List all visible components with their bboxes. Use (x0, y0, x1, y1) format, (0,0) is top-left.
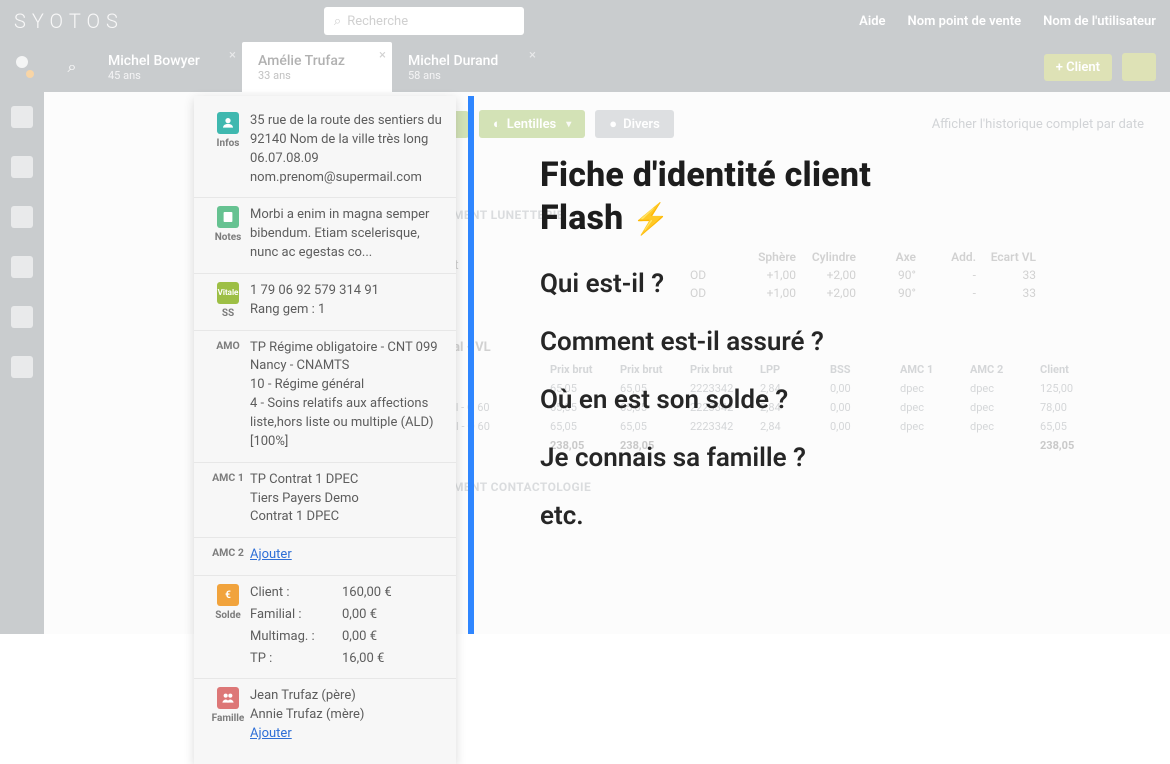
chevron-down-icon: ▾ (566, 119, 571, 130)
client-info-panel: Infos 35 rue de la route des sentiers du… (194, 96, 456, 764)
callout-question: Comment est-il assuré ? (540, 327, 1110, 357)
info-row-notes: Notes Morbi a enim in magna semper biben… (194, 197, 456, 273)
search-icon: ⌕ (334, 14, 341, 29)
search-placeholder: Recherche (347, 14, 408, 29)
contact-icon (217, 112, 239, 134)
tab-name: Amélie Trufaz (258, 53, 376, 69)
info-row-ss: Vitale SS 1 79 06 92 579 314 91 Rang gem… (194, 273, 456, 330)
notes-icon (217, 206, 239, 228)
callout: Fiche d'identité client Flash ⚡ Qui est-… (540, 154, 1110, 531)
info-row-amo: AMO TP Régime obligatoire - CNT 099 Nanc… (194, 330, 456, 462)
info-row-infos: Infos 35 rue de la route des sentiers du… (194, 104, 456, 197)
add-amc2-link[interactable]: Ajouter (250, 547, 292, 562)
divers-button[interactable]: ● Divers (595, 110, 674, 138)
user-link[interactable]: Nom de l'utilisateur (1043, 14, 1156, 29)
euro-icon: € (217, 584, 239, 606)
global-search[interactable]: ⌕ Recherche (324, 7, 524, 35)
brand-logo: SYOTOS (14, 9, 124, 33)
bolt-icon: ⚡ (632, 202, 670, 237)
lentilles-button[interactable]: ◐ Lentilles ▾ (479, 110, 585, 138)
client-tab[interactable]: Michel Bowyer 45 ans × (92, 42, 242, 92)
ss-number: 1 79 06 92 579 314 91 (250, 282, 444, 301)
vitale-icon: Vitale (217, 282, 239, 304)
info-row-solde: € Solde Client :160,00 € Familial :0,00 … (194, 575, 456, 678)
tab-search-icon[interactable]: ⌕ (52, 42, 92, 92)
phone-button[interactable] (1122, 53, 1156, 81)
family-icon (217, 687, 239, 709)
tab-age: 58 ans (408, 69, 526, 82)
client-tab[interactable]: Michel Durand 58 ans × (392, 42, 542, 92)
label-text: Famille (212, 713, 245, 724)
family-member: Annie Trufaz (mère) (250, 706, 444, 725)
family-member: Jean Trufaz (père) (250, 687, 444, 706)
rail-item-icon[interactable] (11, 356, 33, 378)
notes-text: Morbi a enim in magna semper biben­dum. … (250, 206, 444, 263)
left-rail (0, 42, 44, 634)
client-tab-active[interactable]: Amélie Trufaz 33 ans × (242, 42, 392, 92)
callout-question: Je connais sa famille ? (540, 443, 1110, 473)
lens-icon: ◐ (493, 116, 501, 132)
pos-link[interactable]: Nom point de vente (908, 14, 1022, 29)
callout-question: Où en est son solde ? (540, 385, 1110, 415)
callout-title: Fiche d'identité client Flash ⚡ (540, 154, 1110, 239)
add-family-link[interactable]: Ajouter (250, 726, 292, 741)
close-icon[interactable]: × (379, 48, 386, 63)
label-text: AMO (216, 339, 240, 352)
help-link[interactable]: Aide (859, 14, 885, 29)
callout-question: etc. (540, 501, 1110, 531)
rail-item-icon[interactable] (11, 256, 33, 278)
rail-item-icon[interactable] (11, 156, 33, 178)
label-text: Solde (215, 610, 240, 621)
info-row-famille: Famille Jean Trufaz (père) Annie Trufaz … (194, 678, 456, 754)
topbar: SYOTOS ⌕ Recherche Aide Nom point de ven… (0, 0, 1170, 42)
rail-item-icon[interactable] (11, 206, 33, 228)
close-icon[interactable]: × (229, 48, 236, 63)
tab-name: Michel Bowyer (108, 53, 226, 69)
callout-question: Qui est-il ? (540, 269, 1110, 299)
address-line: 92140 Nom de la ville très long (250, 131, 444, 150)
label-text: SS (222, 308, 234, 319)
info-row-amc1: AMC 1 TP Contrat 1 DPEC Tiers Payers Dem… (194, 462, 456, 538)
info-row-amc2: AMC 2 Ajouter (194, 537, 456, 575)
tab-age: 45 ans (108, 69, 226, 82)
label-text: AMC 1 (212, 471, 244, 484)
history-link[interactable]: Afficher l'historique complet par date (932, 117, 1144, 132)
highlight-divider (468, 96, 474, 634)
add-client-button[interactable]: + Client (1044, 54, 1112, 81)
client-tabs: ⌕ Michel Bowyer 45 ans × Amélie Trufaz 3… (44, 42, 1170, 92)
label-text: AMC 2 (212, 546, 244, 559)
ss-rang: Rang gem : 1 (250, 301, 444, 320)
rail-user-icon[interactable] (11, 56, 33, 78)
phone-number: 06.07.08.09 (250, 150, 444, 169)
rail-item-icon[interactable] (11, 306, 33, 328)
address-line: 35 rue de la route des sentiers du (250, 112, 444, 131)
label-text: Notes (215, 232, 242, 243)
tab-age: 33 ans (258, 69, 376, 82)
tab-name: Michel Durand (408, 53, 526, 69)
misc-icon: ● (609, 116, 617, 132)
label-text: Infos (217, 138, 240, 149)
email: nom.prenom@supermail.com (250, 169, 444, 188)
rail-item-icon[interactable] (11, 106, 33, 128)
topbar-links: Aide Nom point de vente Nom de l'utilisa… (859, 14, 1156, 29)
close-icon[interactable]: × (529, 48, 536, 63)
